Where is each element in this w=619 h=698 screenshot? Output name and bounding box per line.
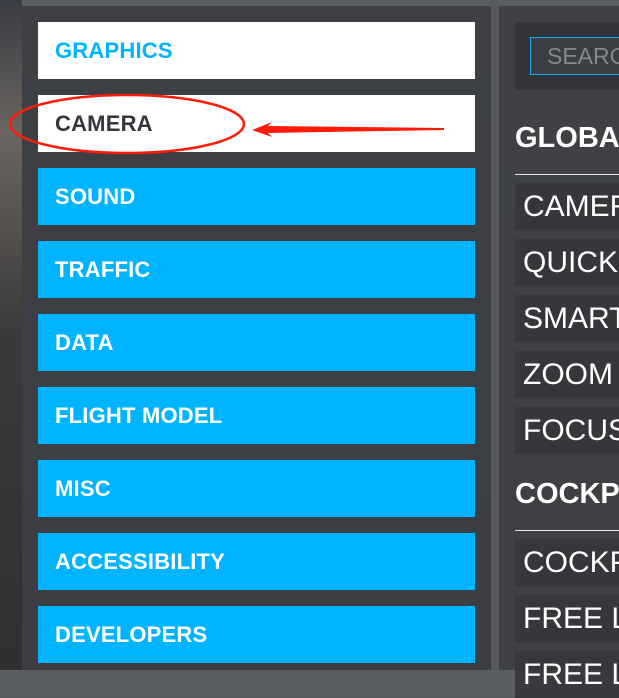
sidebar-item-label: GRAPHICS bbox=[55, 37, 173, 63]
sidebar-item-label: DEVELOPERS bbox=[55, 621, 208, 647]
sidebar-item-accessibility[interactable]: ACCESSIBILITY bbox=[38, 533, 475, 590]
sidebar-item-label: SOUND bbox=[55, 183, 136, 209]
section-title-global: GLOBAL bbox=[515, 122, 619, 154]
sidebar-item-label: DATA bbox=[55, 329, 114, 355]
setting-row[interactable]: FREE L bbox=[515, 595, 619, 642]
search-input[interactable] bbox=[530, 37, 619, 75]
setting-row[interactable]: CAMERA bbox=[515, 183, 619, 230]
sidebar-item-misc[interactable]: MISC bbox=[38, 460, 475, 517]
setting-label: CAMERA bbox=[523, 189, 619, 223]
setting-row[interactable]: QUICK bbox=[515, 239, 619, 286]
setting-label: FREE L bbox=[523, 601, 619, 635]
setting-label: ZOOM bbox=[523, 357, 613, 391]
section-divider bbox=[515, 174, 619, 175]
sidebar-item-camera[interactable]: CAMERA bbox=[38, 95, 475, 152]
sidebar-item-traffic[interactable]: TRAFFIC bbox=[38, 241, 475, 298]
panel-divider bbox=[491, 0, 499, 670]
setting-row[interactable]: SMART bbox=[515, 295, 619, 342]
sidebar-item-graphics[interactable]: GRAPHICS bbox=[38, 22, 475, 79]
setting-label: QUICK bbox=[523, 245, 619, 279]
sidebar-item-label: MISC bbox=[55, 475, 111, 501]
section-title-cockpit: COCKPIT bbox=[515, 478, 619, 510]
sidebar-item-label: TRAFFIC bbox=[55, 256, 151, 282]
background-scene bbox=[0, 0, 22, 670]
sidebar-item-flight-model[interactable]: FLIGHT MODEL bbox=[38, 387, 475, 444]
setting-row[interactable]: FREE L bbox=[515, 651, 619, 698]
setting-label: FOCUS bbox=[523, 413, 619, 447]
setting-row[interactable]: ZOOM bbox=[515, 351, 619, 398]
setting-label: FREE L bbox=[523, 657, 619, 691]
sidebar-item-label: ACCESSIBILITY bbox=[55, 548, 226, 574]
sidebar-item-label: CAMERA bbox=[55, 110, 153, 136]
setting-row[interactable]: COCKPIT bbox=[515, 539, 619, 586]
setting-label: SMART bbox=[523, 301, 619, 335]
setting-row[interactable]: FOCUS bbox=[515, 407, 619, 454]
sidebar-item-data[interactable]: DATA bbox=[38, 314, 475, 371]
sidebar-item-sound[interactable]: SOUND bbox=[38, 168, 475, 225]
sidebar-item-developers[interactable]: DEVELOPERS bbox=[38, 606, 475, 663]
setting-label: COCKPIT bbox=[523, 545, 619, 579]
section-divider bbox=[515, 530, 619, 531]
sidebar-item-label: FLIGHT MODEL bbox=[55, 402, 223, 428]
